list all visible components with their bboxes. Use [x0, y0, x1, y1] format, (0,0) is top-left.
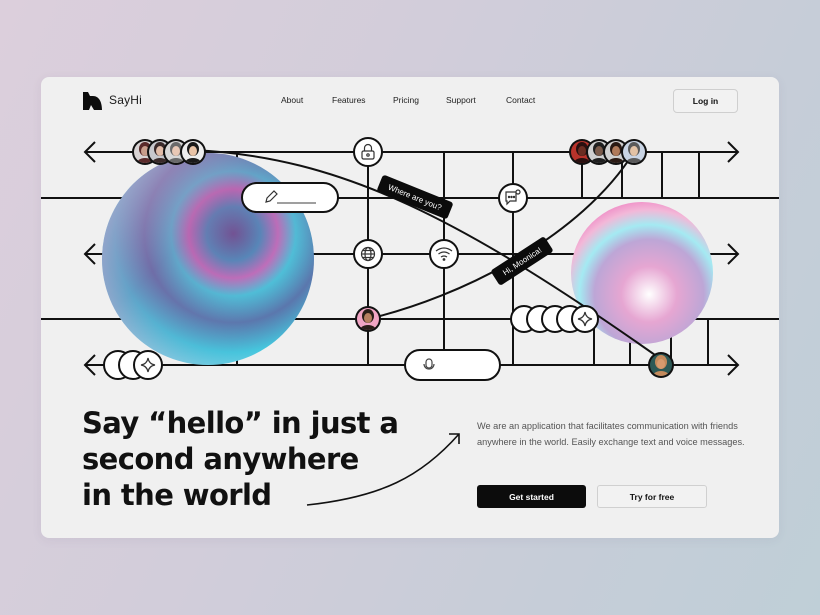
nav-link-features[interactable]: Features: [332, 95, 366, 105]
headline-line-3: in the world: [82, 478, 272, 512]
try-for-free-button[interactable]: Try for free: [597, 485, 707, 508]
nav-link-pricing[interactable]: Pricing: [393, 95, 419, 105]
headline-highlight: “hello”: [148, 406, 263, 440]
wifi-node: [429, 239, 459, 269]
chat-node: [498, 183, 528, 213]
avatar: [648, 352, 674, 378]
avatar-single-bottom-right: [648, 352, 674, 378]
lock-node: [353, 137, 383, 167]
voice-message-pill: [404, 349, 501, 381]
message-bubble-hi: Hi, Moonica!: [491, 237, 553, 285]
nav-link-contact[interactable]: Contact: [506, 95, 535, 105]
nav-link-about[interactable]: About: [281, 95, 303, 105]
globe-node: [353, 239, 383, 269]
stacked-icons-bottom-left: [103, 350, 163, 380]
top-nav: SayHi About Features Pricing Support Con…: [41, 77, 779, 125]
text-input-pill: [241, 182, 339, 213]
brand-name[interactable]: SayHi: [109, 93, 142, 107]
stacked-icons-middle: [510, 305, 599, 333]
headline-line-2: second anywhere: [82, 442, 359, 476]
hero-description: We are an application that facilitates c…: [477, 421, 745, 447]
nav-link-support[interactable]: Support: [446, 95, 476, 105]
sayhi-logo-icon[interactable]: [82, 91, 102, 111]
hero-headline: Say “hello” in just a second anywhere in…: [82, 405, 399, 513]
landing-card: Where are you? Hi, Moonica! SayHi About …: [41, 77, 779, 538]
avatar-group-top-right: [569, 139, 647, 165]
headline-line-1: Say “hello” in just a: [82, 406, 399, 440]
get-started-button[interactable]: Get started: [477, 485, 586, 508]
login-button[interactable]: Log in: [673, 89, 738, 113]
